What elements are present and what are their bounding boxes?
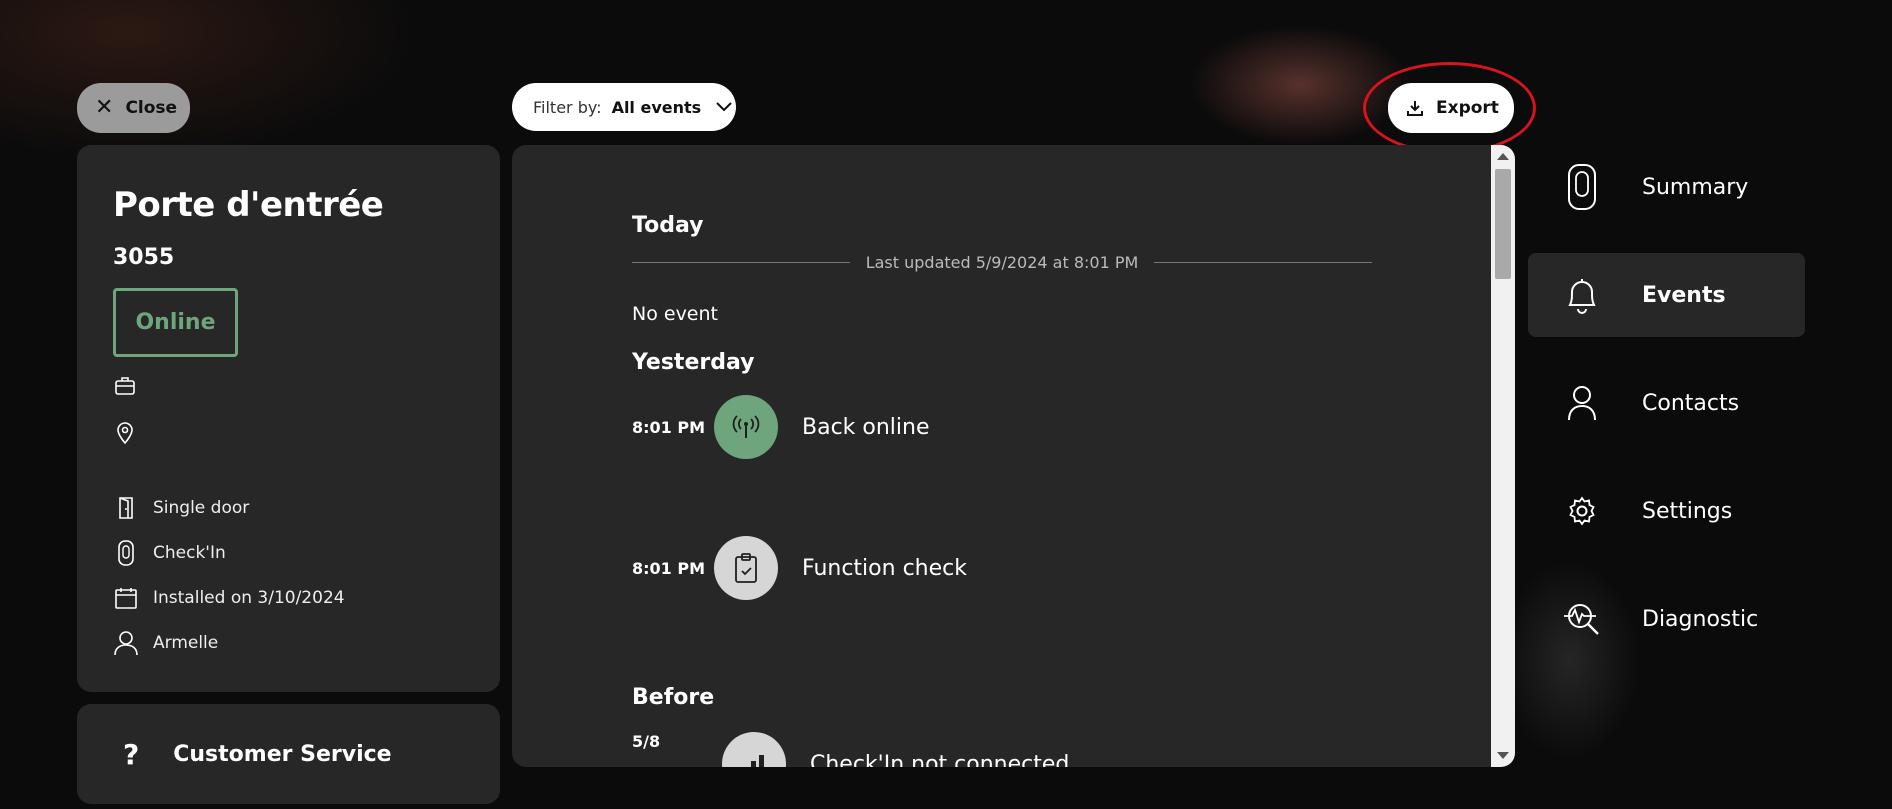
device-id: 3055 xyxy=(113,245,175,270)
section-today: Today xyxy=(632,213,704,238)
nav-item-diagnostic[interactable]: Diagnostic xyxy=(1528,577,1805,661)
clipboard-check-icon xyxy=(714,536,778,600)
person-icon xyxy=(114,631,138,656)
signal-icon xyxy=(714,395,778,459)
detail-device-model: Check'In xyxy=(113,540,226,566)
briefcase-icon xyxy=(115,377,135,395)
no-event-text: No event xyxy=(632,303,718,325)
status-badge: Online xyxy=(113,288,238,357)
location-pin-icon xyxy=(117,422,133,445)
detail-text: Single door xyxy=(153,498,250,518)
event-item[interactable]: 5/8 Check'In not connected xyxy=(632,732,1069,767)
device-icon xyxy=(118,540,134,566)
question-icon: ? xyxy=(123,737,140,771)
diagnostic-icon xyxy=(1564,604,1599,635)
bars-icon xyxy=(722,732,786,767)
close-label: Close xyxy=(125,98,178,118)
door-icon xyxy=(119,497,133,519)
last-updated-text: Last updated 5/9/2024 at 8:01 PM xyxy=(865,253,1139,272)
chevron-down-icon xyxy=(716,102,732,112)
event-item[interactable]: 8:01 PM Function check xyxy=(632,536,967,600)
filter-dropdown[interactable]: Filter by: All events xyxy=(512,83,736,131)
nav-label: Contacts xyxy=(1642,390,1740,416)
nav-label: Diagnostic xyxy=(1642,606,1759,632)
event-time: 8:01 PM xyxy=(632,417,706,437)
detail-text: Installed on 3/10/2024 xyxy=(153,588,345,608)
detail-owner: Armelle xyxy=(113,630,218,656)
detail-door-type: Single door xyxy=(113,495,249,521)
event-item[interactable]: 8:01 PM Back online xyxy=(632,395,930,459)
filter-value: All events xyxy=(611,97,702,117)
nav-item-settings[interactable]: Settings xyxy=(1528,469,1805,553)
scroll-thumb[interactable] xyxy=(1495,169,1511,279)
customer-service-label: Customer Service xyxy=(173,741,392,767)
event-time: 8:01 PM xyxy=(632,558,706,578)
highlight-ring xyxy=(1363,62,1536,154)
section-before: Before xyxy=(632,685,715,710)
person-icon xyxy=(1568,386,1596,421)
event-name: Check'In not connected xyxy=(810,751,1070,768)
device-card: Porte d'entrée 3055 Online Single door C… xyxy=(77,145,500,692)
calendar-icon xyxy=(115,588,137,609)
event-name: Function check xyxy=(802,555,967,581)
bell-icon xyxy=(1568,279,1596,314)
close-icon: ✕ xyxy=(95,95,114,120)
nav-item-contacts[interactable]: Contacts xyxy=(1528,361,1805,445)
nav-label: Settings xyxy=(1642,498,1733,524)
filter-label: Filter by: xyxy=(533,97,602,117)
event-time: 5/8 xyxy=(632,732,661,751)
detail-installed-date: Installed on 3/10/2024 xyxy=(113,585,345,611)
gear-icon xyxy=(1569,496,1595,526)
scroll-down-arrow[interactable] xyxy=(1497,752,1509,759)
nav-item-summary[interactable]: Summary xyxy=(1528,145,1805,229)
close-button[interactable]: ✕ Close xyxy=(77,83,190,133)
customer-service-card[interactable]: ? Customer Service xyxy=(77,704,500,804)
device-icon xyxy=(1568,164,1596,210)
last-updated: Last updated 5/9/2024 at 8:01 PM xyxy=(632,253,1373,272)
nav-label: Events xyxy=(1642,282,1726,308)
nav-label: Summary xyxy=(1642,174,1749,200)
section-yesterday: Yesterday xyxy=(632,350,755,375)
event-name: Back online xyxy=(802,414,930,440)
detail-text: Armelle xyxy=(153,633,219,653)
scroll-up-arrow[interactable] xyxy=(1497,153,1509,160)
scrollbar[interactable] xyxy=(1491,145,1515,767)
device-title: Porte d'entrée xyxy=(113,185,384,225)
events-panel: Today Last updated 5/9/2024 at 8:01 PM N… xyxy=(512,145,1515,767)
detail-text: Check'In xyxy=(153,543,226,563)
nav-item-events[interactable]: Events xyxy=(1528,253,1805,337)
